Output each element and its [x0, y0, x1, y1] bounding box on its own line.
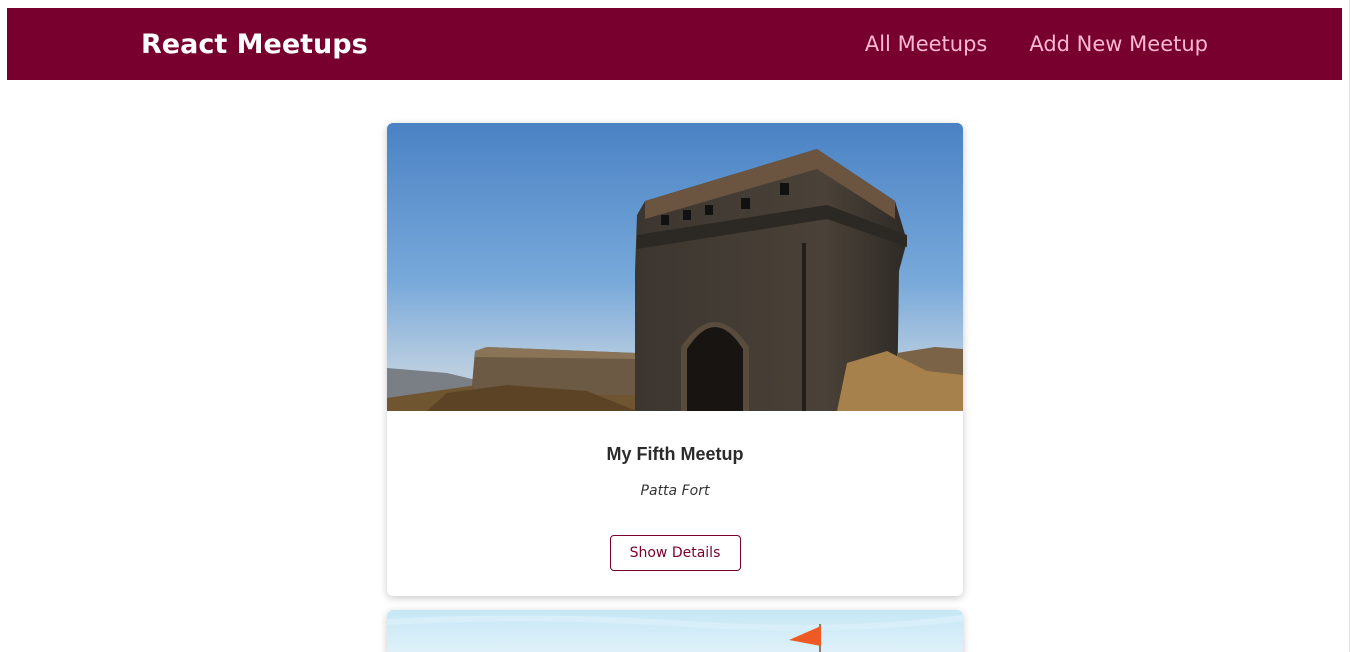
show-details-button[interactable]: Show Details	[609, 535, 741, 571]
meetup-image	[387, 123, 963, 411]
app-logo[interactable]: React Meetups	[141, 8, 368, 80]
main-nav: All Meetups Add New Meetup	[865, 8, 1208, 80]
meetup-title: My Fifth Meetup	[606, 444, 744, 464]
nav-link-add-new-meetup[interactable]: Add New Meetup	[1029, 32, 1208, 56]
page: React Meetups All Meetups Add New Meetup	[0, 0, 1350, 652]
meetup-card: My Fifth Meetup Patta Fort Show Details	[387, 123, 963, 596]
nav-link-all-meetups[interactable]: All Meetups	[865, 32, 987, 56]
meetup-image	[387, 610, 963, 652]
meetup-actions: Show Details	[387, 535, 963, 571]
meetup-address: Patta Fort	[640, 483, 710, 499]
meetup-list: My Fifth Meetup Patta Fort Show Details	[387, 123, 963, 652]
meetup-content: My Fifth Meetup Patta Fort Show Details	[387, 444, 963, 571]
meetup-card	[387, 610, 963, 652]
main-header: React Meetups All Meetups Add New Meetup	[7, 8, 1342, 80]
